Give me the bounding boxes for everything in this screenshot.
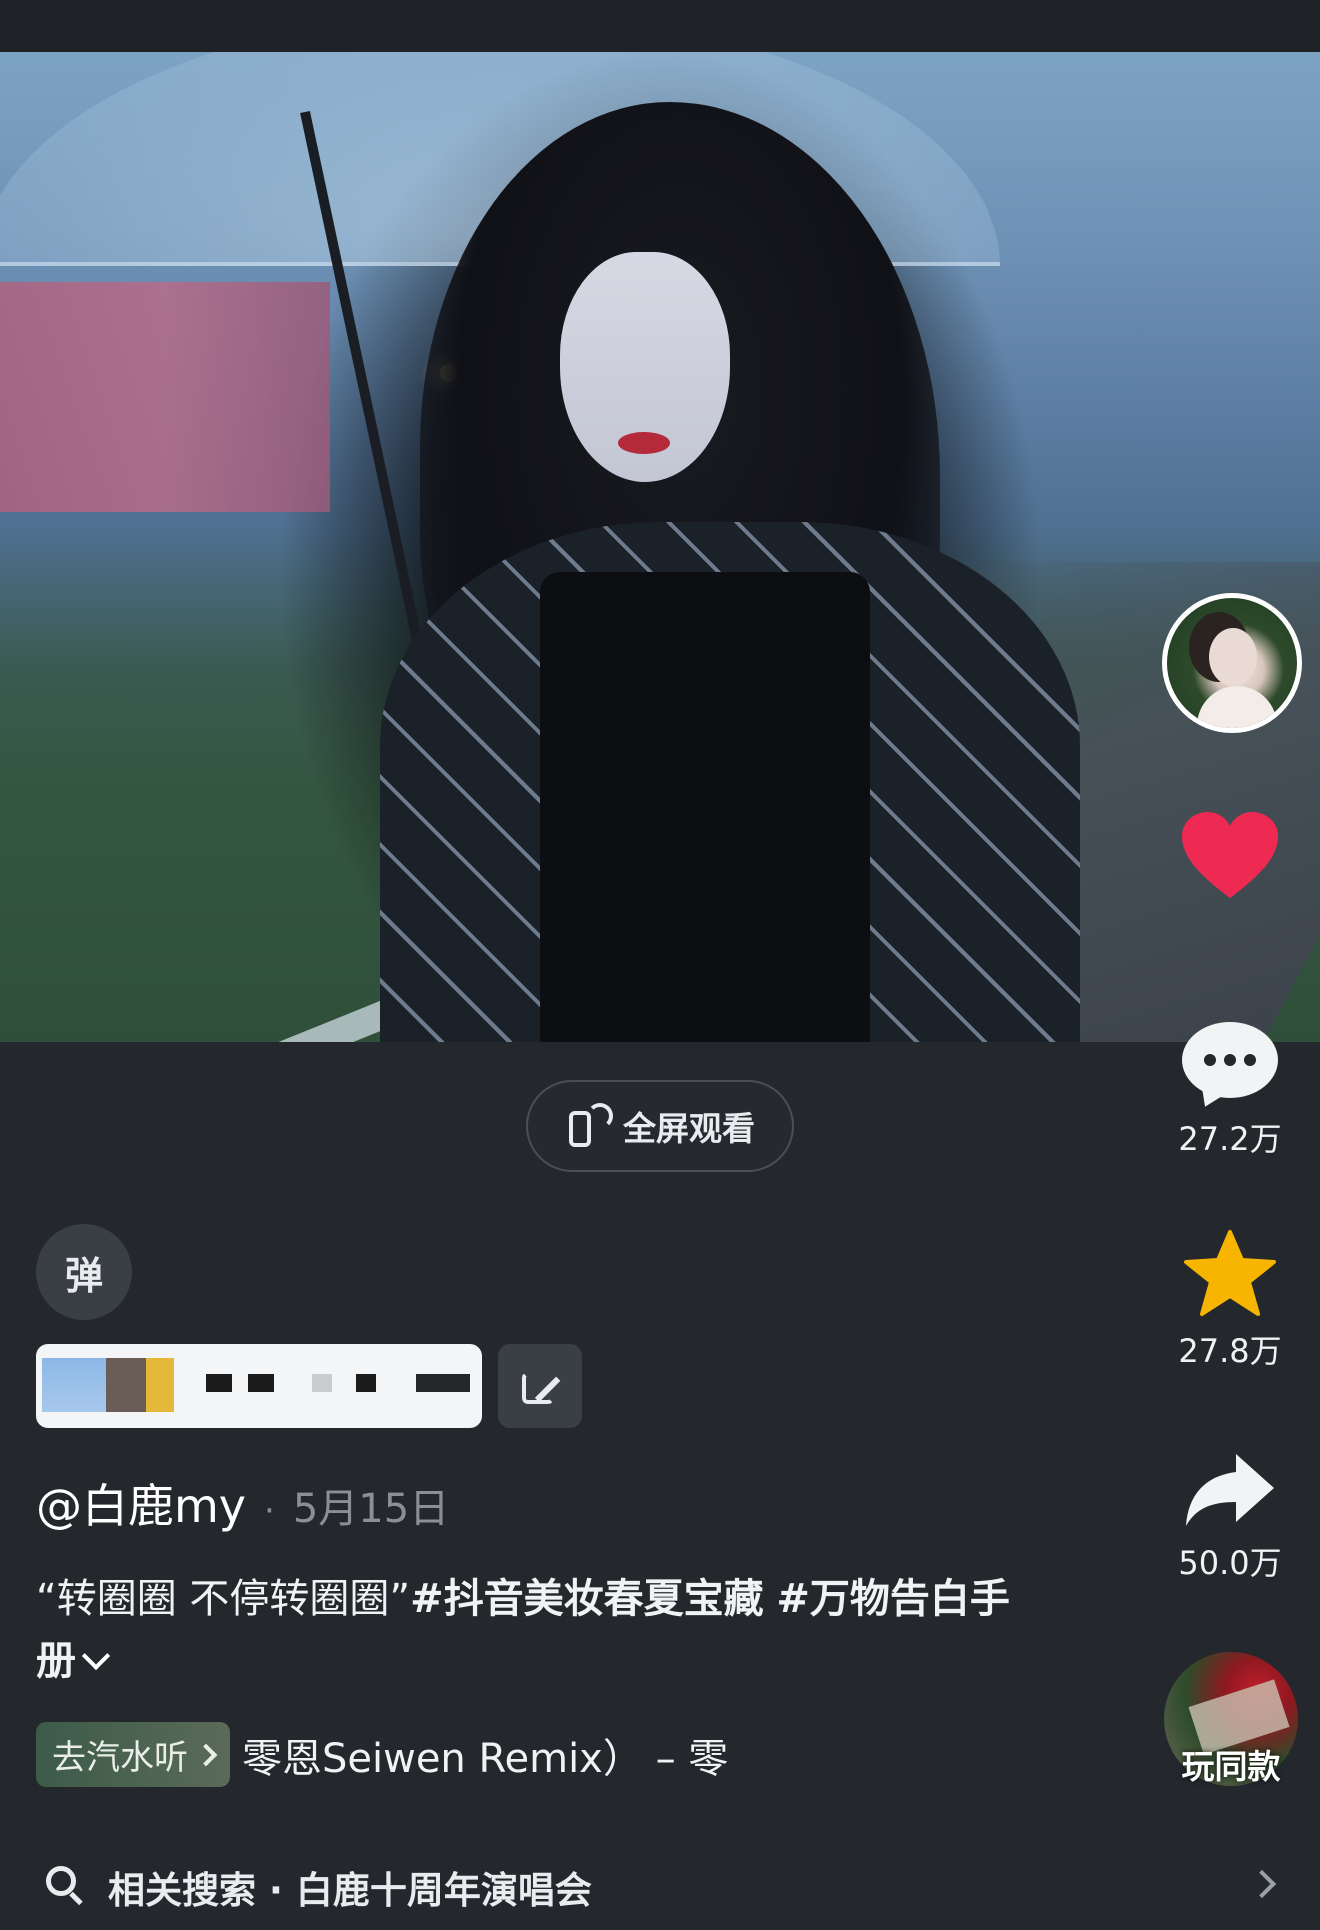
comment-icon [1182,1022,1278,1098]
author-line: @白鹿my · 5月15日 [36,1470,449,1536]
listen-tag-label: 去汽水听 [52,1738,188,1778]
play-same-label[interactable]: 玩同款 [1160,1740,1302,1788]
author-name[interactable]: @白鹿my [36,1470,246,1536]
related-search-bar[interactable]: 相关搜索 · 白鹿十周年演唱会 [0,1848,1320,1928]
video-player[interactable] [0,52,1320,1042]
status-bar [0,0,1320,52]
post-description[interactable]: “转圈圈 不停转圈圈”#抖音美妆春夏宝藏 #万物告白手册 [36,1568,1036,1692]
desc-quote: “转圈圈 不停转圈圈” [36,1576,411,1622]
favorite-count: 27.8万 [1178,1332,1282,1370]
separator-dot: · [264,1491,275,1531]
favorite-button[interactable]: 27.8万 [1178,1228,1282,1372]
edit-icon [520,1366,561,1406]
rotate-fullscreen-icon [565,1101,613,1151]
listen-in-qishui-button[interactable]: 去汽水听 [36,1722,230,1787]
music-line[interactable]: 去汽水听 零恩Seiwen Remix） – 零 [36,1722,728,1787]
danmu-input-field[interactable] [36,1344,482,1428]
related-search-text: 相关搜索 · 白鹿十周年演唱会 [108,1869,592,1912]
heart-icon [1182,812,1278,898]
star-icon [1184,1230,1276,1316]
share-button[interactable]: 50.0万 [1178,1450,1282,1584]
post-date: 5月15日 [292,1486,450,1532]
chevron-right-icon [1247,1869,1277,1899]
background-wall [0,282,330,512]
search-icon [46,1866,76,1896]
author-avatar[interactable] [1162,593,1302,733]
share-arrow-icon [1186,1454,1274,1526]
comment-count: 27.2万 [1178,1120,1282,1158]
person-lips [618,432,670,454]
like-button[interactable] [1180,810,1280,902]
music-title: 零恩Seiwen Remix） – 零 [242,1735,729,1782]
person-top [540,572,870,1042]
danmu-edit-button[interactable] [498,1344,582,1428]
danmu-toggle-button[interactable]: 弹 [36,1224,132,1320]
expand-chevron-icon[interactable] [81,1641,111,1671]
share-count: 50.0万 [1178,1544,1282,1582]
danmu-toggle-label: 弹 [64,1253,103,1298]
hashtag-1[interactable]: #抖音美妆春夏宝藏 [410,1576,764,1622]
comment-button[interactable]: 27.2万 [1178,1022,1282,1160]
fullscreen-label: 全屏观看 [623,1109,755,1148]
chevron-right-icon [194,1743,218,1766]
fullscreen-button[interactable]: 全屏观看 [526,1080,794,1172]
